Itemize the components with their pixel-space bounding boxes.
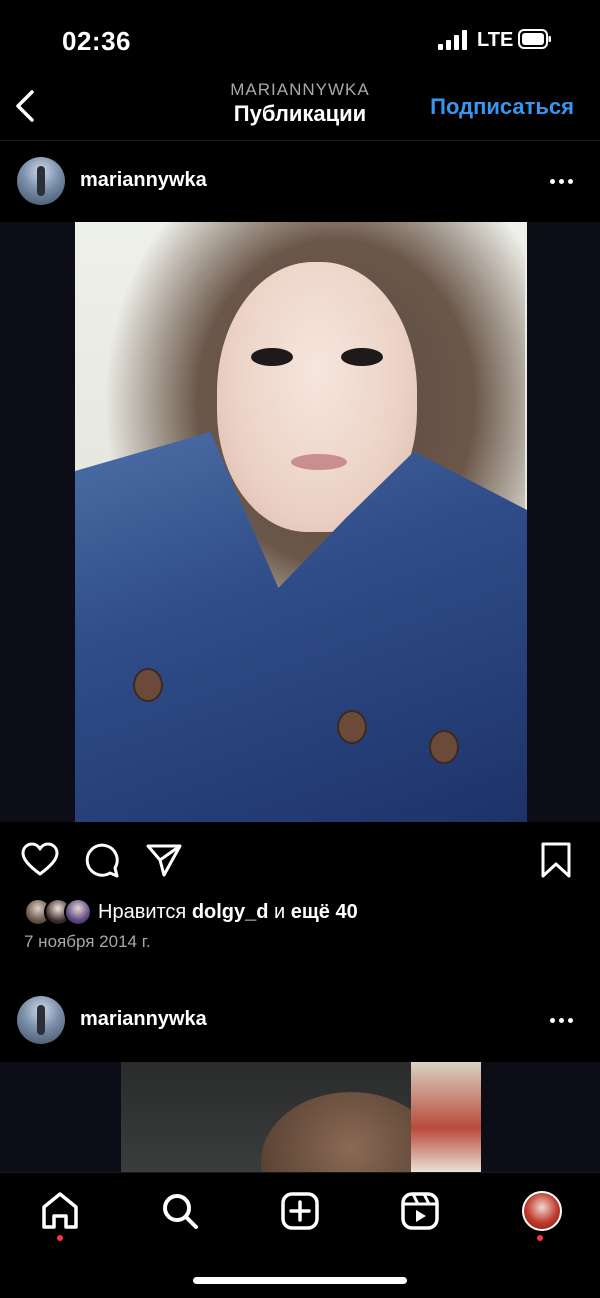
- more-options-icon[interactable]: [550, 1008, 578, 1032]
- author-username[interactable]: mariannywka: [80, 1008, 207, 1031]
- more-options-icon[interactable]: [550, 169, 578, 193]
- battery-icon: [518, 29, 551, 49]
- liker-username[interactable]: dolgy_d: [192, 901, 269, 923]
- home-icon[interactable]: [38, 1189, 82, 1233]
- author-username[interactable]: mariannywka: [80, 169, 207, 192]
- post-photo[interactable]: [121, 1062, 481, 1172]
- liker-avatar: [64, 898, 92, 926]
- author-avatar[interactable]: [17, 996, 65, 1044]
- comment-icon[interactable]: [82, 840, 122, 880]
- liker-avatars[interactable]: [24, 898, 92, 926]
- status-time: 02:36: [62, 26, 131, 56]
- likes-and: и: [268, 901, 291, 923]
- follow-button[interactable]: Подписаться: [430, 94, 574, 120]
- post-header: mariannywka: [0, 151, 600, 211]
- home-indicator: [193, 1277, 407, 1284]
- post-date: 7 ноября 2014 г.: [24, 932, 151, 951]
- reels-icon[interactable]: [398, 1189, 442, 1233]
- likes-more[interactable]: ещё 40: [291, 901, 358, 923]
- author-avatar[interactable]: [17, 157, 65, 205]
- network-label: LTE: [477, 29, 514, 51]
- bookmark-icon[interactable]: [536, 840, 576, 880]
- profile-notification-dot: [537, 1235, 543, 1241]
- share-icon[interactable]: [144, 840, 184, 880]
- heart-icon[interactable]: [20, 840, 60, 880]
- home-notification-dot: [57, 1235, 63, 1241]
- header-divider: [0, 140, 600, 141]
- post-photo[interactable]: [75, 222, 527, 822]
- search-icon[interactable]: [158, 1189, 202, 1233]
- signal-icon: [438, 30, 467, 50]
- likes-summary[interactable]: Нравится dolgy_d и ещё 40: [98, 901, 358, 924]
- post-header: mariannywka: [0, 990, 600, 1050]
- profile-avatar[interactable]: [522, 1191, 562, 1231]
- likes-prefix: Нравится: [98, 901, 192, 923]
- new-post-icon[interactable]: [278, 1189, 322, 1233]
